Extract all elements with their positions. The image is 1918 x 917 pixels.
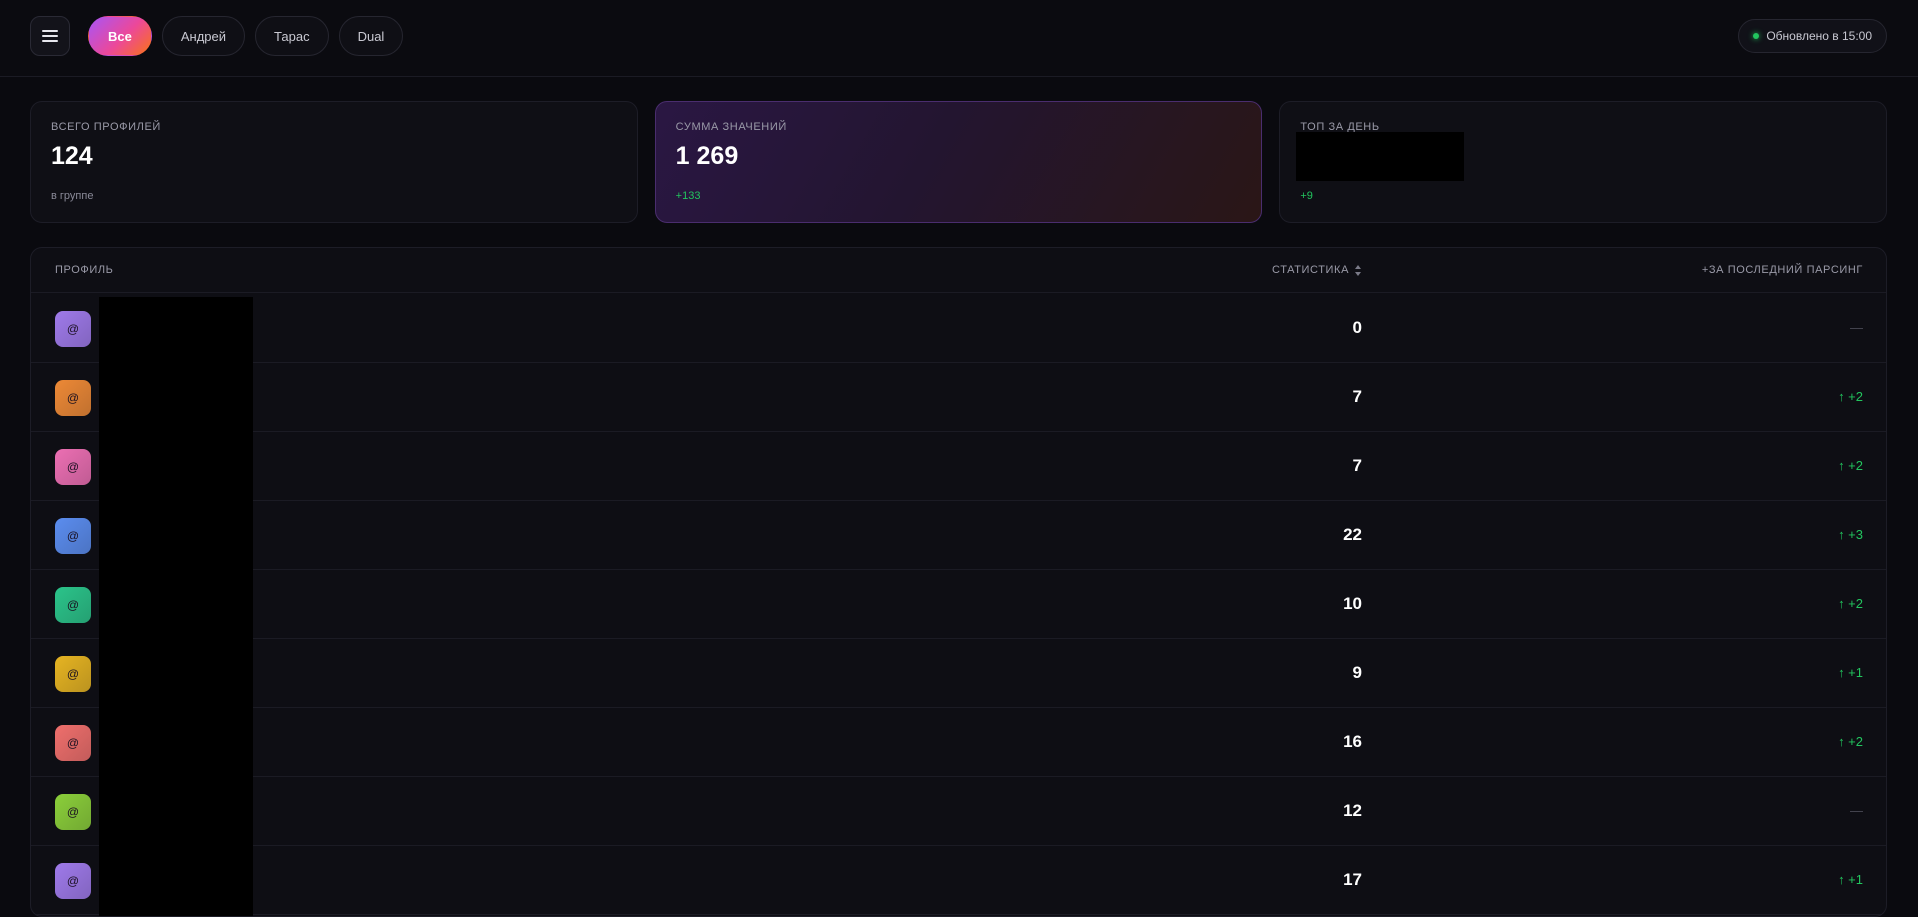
column-header-stat[interactable]: СТАТИСТИКА: [1272, 264, 1362, 276]
card-label: ВСЕГО ПРОФИЛЕЙ: [51, 121, 161, 133]
row-stat-value: 9: [1352, 663, 1362, 682]
redacted-block: [1296, 132, 1465, 181]
redacted-block: [99, 297, 253, 916]
card-sub: +133: [675, 190, 701, 202]
row-stat-value: 22: [1343, 525, 1362, 544]
avatar: @: [55, 587, 91, 623]
card-sub: в группе: [51, 190, 94, 202]
row-delta-value: ↑ +2: [1838, 389, 1863, 404]
avatar: @: [55, 311, 91, 347]
card-top-day: ТОП ЗА ДЕНЬ +9: [1279, 101, 1888, 223]
menu-button[interactable]: [30, 16, 70, 56]
row-stat-value: 17: [1343, 870, 1362, 889]
table-row[interactable]: @7 ↑ +2: [31, 363, 1886, 432]
table-row[interactable]: @7 ↑ +2: [31, 432, 1886, 501]
column-header-profile: ПРОФИЛЬ: [55, 264, 114, 276]
column-header-stat-label: СТАТИСТИКА: [1272, 264, 1349, 276]
card-label: СУММА ЗНАЧЕНИЙ: [675, 121, 787, 133]
card-sub: +9: [1300, 190, 1313, 202]
status-dot-icon: [1753, 33, 1760, 39]
row-stat-value: 0: [1352, 318, 1362, 337]
table-row[interactable]: @10 ↑ +2: [31, 570, 1886, 639]
avatar: @: [55, 794, 91, 830]
card-total-profiles: ВСЕГО ПРОФИЛЕЙ 124 в группе: [30, 101, 638, 223]
tab-all[interactable]: Все: [88, 16, 152, 56]
row-delta-value: ↑ +2: [1838, 596, 1863, 611]
row-delta-value: ↑ +2: [1838, 458, 1863, 473]
update-status: Обновлено в 15:00: [1738, 19, 1887, 53]
tab-dual[interactable]: Dual: [338, 16, 404, 56]
avatar: @: [55, 380, 91, 416]
column-header-delta: +ЗА ПОСЛЕДНИЙ ПАРСИНГ: [1701, 264, 1863, 276]
top-bar: Все Андрей Тарас Dual Обновлено в 15:00: [0, 0, 1918, 77]
stat-cards: ВСЕГО ПРОФИЛЕЙ 124 в группе СУММА ЗНАЧЕН…: [30, 101, 1888, 223]
avatar: @: [55, 518, 91, 554]
row-stat-value: 16: [1343, 732, 1362, 751]
avatar: @: [55, 656, 91, 692]
avatar: @: [55, 863, 91, 899]
table-row[interactable]: @22 ↑ +3: [31, 501, 1886, 570]
row-stat-value: 10: [1343, 594, 1362, 613]
row-delta-value: —: [1850, 320, 1863, 335]
card-value: 124: [51, 142, 93, 170]
tab-andrey[interactable]: Андрей: [161, 16, 246, 56]
table-row[interactable]: @0 —: [31, 294, 1886, 363]
card-value: 1 269: [675, 142, 739, 170]
table-row[interactable]: @16 ↑ +2: [31, 708, 1886, 777]
row-delta-value: —: [1850, 803, 1863, 818]
filter-tabs: Все Андрей Тарас Dual: [88, 16, 404, 56]
row-delta-value: ↑ +3: [1838, 527, 1863, 542]
avatar: @: [55, 449, 91, 485]
update-status-text: Обновлено в 15:00: [1766, 29, 1872, 43]
table-row[interactable]: @9 ↑ +1: [31, 639, 1886, 708]
table-header: ПРОФИЛЬ СТАТИСТИКА +ЗА ПОСЛЕДНИЙ ПАРСИНГ: [31, 248, 1886, 293]
hamburger-icon: [42, 30, 58, 42]
tab-taras[interactable]: Тарас: [255, 16, 329, 56]
row-stat-value: 7: [1352, 387, 1362, 406]
row-stat-value: 12: [1343, 801, 1362, 820]
card-sum-values: СУММА ЗНАЧЕНИЙ 1 269 +133: [654, 101, 1263, 223]
table-row[interactable]: @12 —: [31, 777, 1886, 846]
row-delta-value: ↑ +1: [1838, 872, 1863, 887]
row-stat-value: 7: [1352, 456, 1362, 475]
profiles-table: ПРОФИЛЬ СТАТИСТИКА +ЗА ПОСЛЕДНИЙ ПАРСИНГ…: [30, 247, 1887, 917]
avatar: @: [55, 725, 91, 761]
sort-icon[interactable]: [1355, 264, 1362, 276]
row-delta-value: ↑ +1: [1838, 665, 1863, 680]
row-delta-value: ↑ +2: [1838, 734, 1863, 749]
